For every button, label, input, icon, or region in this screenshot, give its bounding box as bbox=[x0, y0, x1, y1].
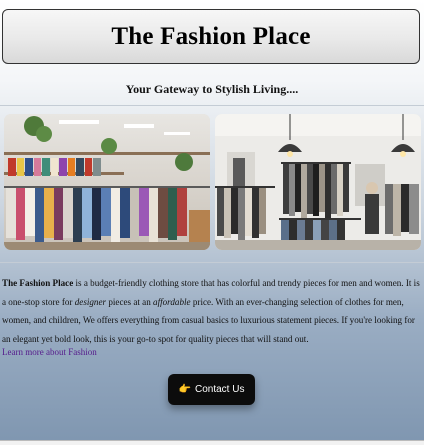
divider-middle bbox=[0, 262, 424, 263]
clothing-store-photo-icon bbox=[4, 114, 210, 250]
store-interior-photo-right bbox=[215, 114, 421, 250]
contact-us-button[interactable]: 👉 Contact Us bbox=[168, 374, 255, 405]
tagline: Your Gateway to Stylish Living.... bbox=[125, 82, 299, 96]
designer-word: designer bbox=[74, 296, 107, 307]
footer-strip bbox=[0, 440, 424, 445]
about-text-2: pieces at an bbox=[106, 296, 154, 307]
site-header: The Fashion Place bbox=[2, 9, 420, 64]
divider-top bbox=[0, 105, 424, 106]
learn-more-link[interactable]: Learn more about Fashion bbox=[2, 347, 97, 357]
pointing-hand-icon: 👉 bbox=[178, 383, 191, 395]
site-title: The Fashion Place bbox=[111, 22, 311, 50]
brand-name: The Fashion Place bbox=[2, 278, 74, 288]
affordable-word: affordable bbox=[153, 296, 191, 307]
contact-us-label: Contact Us bbox=[194, 384, 245, 395]
about-paragraph: The Fashion Place is a budget-friendly c… bbox=[2, 274, 422, 349]
store-interior-photo-left bbox=[4, 114, 210, 250]
clothing-store-photo-icon bbox=[215, 114, 421, 250]
